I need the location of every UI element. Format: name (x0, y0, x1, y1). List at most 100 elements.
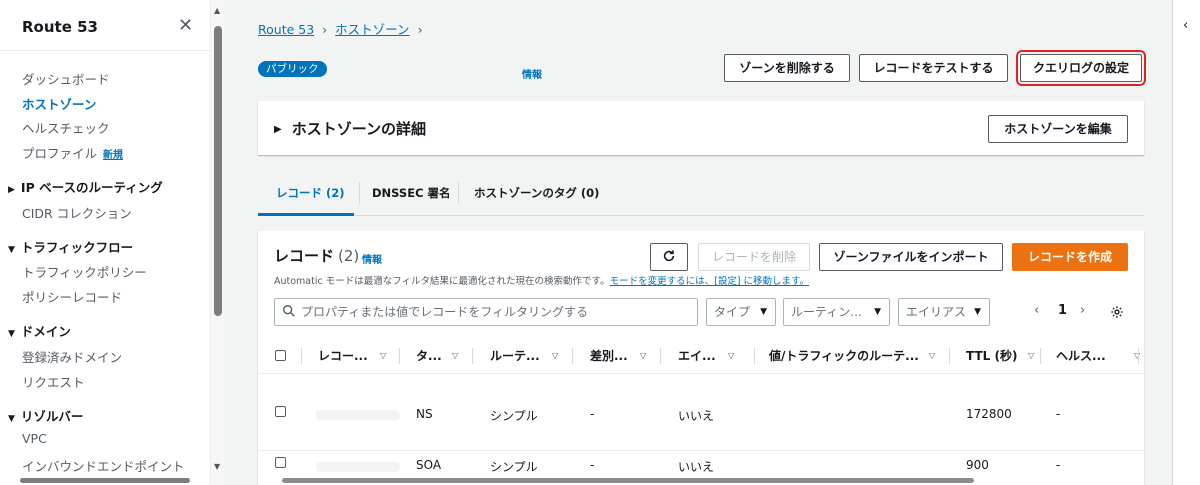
sidebar-section-ip-routing[interactable]: ▶ IP ベースのルーティング (8, 177, 163, 196)
breadcrumb-hosted-zones[interactable]: ホストゾーン (335, 22, 409, 37)
row-checkbox[interactable] (275, 457, 286, 468)
hosted-zone-details-panel: ▶ ホストゾーンの詳細 ホストゾーンを編集 (258, 101, 1144, 155)
column-header-alias[interactable]: エイ... ▽ (678, 338, 734, 374)
caret-down-icon: ▼ (974, 307, 981, 317)
column-header-label: タ... (416, 349, 442, 363)
tab-tags[interactable]: ホストゾーンのタグ (0) (474, 174, 599, 216)
delete-zone-button[interactable]: ゾーンを削除する (724, 54, 850, 82)
routing-filter-select[interactable]: ルーティン... ▼ (783, 298, 890, 326)
cell-differentiator: - (590, 407, 595, 421)
sidebar-scrollbar[interactable]: ▲ ▼ (210, 0, 224, 485)
sort-icon: ▽ (380, 351, 387, 360)
column-header-ttl[interactable]: TTL (秒) ▽ (966, 338, 1034, 374)
sidebar-horizontal-scrollbar[interactable] (20, 478, 190, 483)
column-divider (399, 348, 400, 364)
column-header-label: エイ... (678, 349, 716, 363)
chevron-left-icon[interactable]: ‹ (1183, 18, 1188, 33)
breadcrumb-route53[interactable]: Route 53 (258, 22, 314, 37)
type-filter-label: タイプ (714, 305, 751, 319)
column-header-health[interactable]: ヘルス...▽ (1056, 338, 1140, 374)
sidebar-item-requests[interactable]: リクエスト (22, 372, 85, 391)
sort-icon: ▽ (452, 351, 459, 360)
sidebar-section-label: トラフィックフロー (20, 240, 134, 255)
prev-page-button[interactable]: ‹ (1034, 303, 1039, 318)
column-header-type[interactable]: タ... ▽ (416, 338, 458, 374)
sidebar-item-label: プロファイル (22, 146, 98, 161)
sidebar-item-health-checks[interactable]: ヘルスチェック (22, 118, 110, 137)
import-zone-file-button[interactable]: ゾーンファイルをインポート (819, 243, 1003, 271)
sidebar-section-resolver[interactable]: ▼ リゾルバー (8, 406, 83, 425)
records-heading: レコード (2) (274, 245, 359, 266)
next-page-button[interactable]: › (1080, 303, 1085, 318)
sidebar-item-profiles[interactable]: プロファイル 新規 (22, 143, 123, 162)
sidebar-item-hosted-zones[interactable]: ホストゾーン (22, 94, 96, 113)
sidebar-item-policy-records[interactable]: ポリシーレコード (22, 287, 122, 306)
delete-record-button[interactable]: レコードを削除 (698, 243, 810, 271)
refresh-icon (663, 250, 675, 262)
alias-filter-label: エイリアス (906, 305, 967, 319)
cell-routing: シンプル (490, 460, 538, 474)
column-header-differentiator[interactable]: 差別... ▽ (590, 338, 646, 374)
alias-filter-select[interactable]: エイリアス ▼ (898, 298, 990, 326)
column-header-routing[interactable]: ルーテ... ▽ (490, 338, 558, 374)
tab-dnssec[interactable]: DNSSEC 署名 (372, 174, 451, 216)
column-divider (572, 348, 573, 364)
select-all-checkbox[interactable] (275, 350, 286, 361)
row-checkbox[interactable] (275, 406, 286, 417)
sidebar: Route 53 ✕ ダッシュボード ホストゾーン ヘルスチェック プロファイル… (0, 0, 224, 485)
search-input[interactable] (301, 303, 691, 321)
sidebar-section-label: リゾルバー (20, 409, 84, 424)
column-header-name[interactable]: レコー... ▽ (318, 338, 386, 374)
sidebar-title[interactable]: Route 53 (22, 18, 98, 36)
search-box[interactable] (274, 298, 698, 326)
refresh-button[interactable] (650, 243, 688, 271)
page-number[interactable]: 1 (1058, 303, 1067, 318)
sidebar-item-inbound-endpoints[interactable]: インバウンドエンドポイント (22, 456, 185, 475)
horizontal-scrollbar[interactable] (282, 478, 974, 483)
column-header-value[interactable]: 値/トラフィックのルーテ... ▽ (769, 338, 935, 374)
type-filter-select[interactable]: タイプ ▼ (706, 298, 776, 326)
records-info-link[interactable]: 情報 (362, 251, 382, 266)
scroll-down-icon[interactable]: ▼ (214, 462, 220, 471)
sidebar-section-traffic-flow[interactable]: ▼ トラフィックフロー (8, 237, 133, 256)
cell-alias: いいえ (678, 460, 715, 474)
edit-hosted-zone-button[interactable]: ホストゾーンを編集 (988, 115, 1128, 143)
column-divider (754, 348, 755, 364)
caret-down-icon: ▼ (8, 245, 15, 255)
sidebar-item-vpc[interactable]: VPC (22, 431, 47, 446)
new-badge[interactable]: 新規 (103, 150, 123, 161)
cell-differentiator: - (590, 458, 595, 472)
sidebar-item-traffic-policies[interactable]: トラフィックポリシー (22, 262, 147, 281)
sort-icon: ▽ (640, 351, 647, 360)
sidebar-section-domains[interactable]: ▼ ドメイン (8, 321, 71, 340)
settings-mode-link[interactable]: モードを変更するには、[設定] に移動します。 (610, 276, 809, 287)
cell-health: - (1056, 407, 1061, 421)
chevron-right-icon: › (322, 22, 328, 37)
create-record-button[interactable]: レコードを作成 (1012, 243, 1128, 271)
close-icon[interactable]: ✕ (178, 15, 193, 36)
sort-icon: ▽ (929, 351, 936, 360)
status-badge: パブリック (258, 61, 327, 77)
tab-records[interactable]: レコード (2) (258, 174, 354, 216)
table-header: レコー... ▽ タ... ▽ ルーテ... ▽ 差別... ▽ エイ... ▽ 値/トラ… (258, 338, 1144, 374)
details-title: ホストゾーンの詳細 (291, 120, 426, 138)
column-header-label: 値/トラフィックのルーテ... (769, 349, 919, 363)
chevron-right-icon: › (417, 22, 423, 37)
sidebar-item-dashboard[interactable]: ダッシュボード (22, 69, 110, 88)
gear-icon[interactable] (1110, 305, 1124, 319)
query-logging-button[interactable]: クエリログの設定 (1016, 50, 1146, 86)
cell-routing: シンプル (490, 409, 538, 423)
scroll-up-icon[interactable]: ▲ (214, 6, 220, 15)
sort-icon: ▽ (552, 351, 559, 360)
sidebar-item-cidr[interactable]: CIDR コレクション (22, 203, 132, 222)
sidebar-section-label: ドメイン (20, 324, 71, 339)
sidebar-scrollbar-thumb[interactable] (214, 26, 222, 316)
test-record-button[interactable]: レコードをテストする (859, 54, 1008, 82)
details-toggle[interactable]: ▶ ホストゾーンの詳細 (274, 118, 426, 139)
sidebar-divider (0, 50, 210, 51)
search-icon (283, 305, 295, 317)
sidebar-item-registered-domains[interactable]: 登録済みドメイン (22, 347, 122, 366)
records-title: レコード (274, 247, 335, 265)
info-link[interactable]: 情報 (522, 66, 542, 81)
records-description: Automatic モードは最適なフィルタ結果に最適化された現在の検索動作です。… (274, 273, 809, 287)
